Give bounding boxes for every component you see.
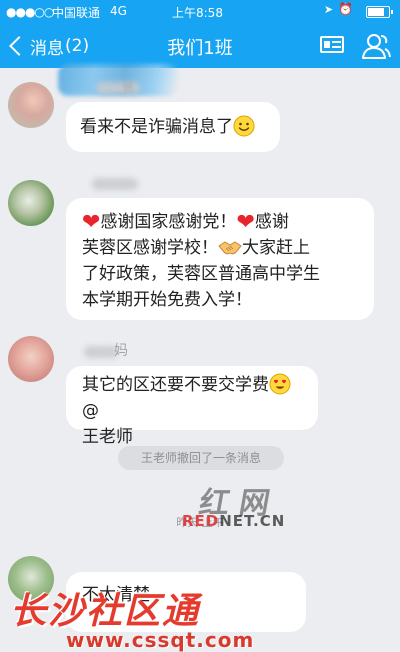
handshake-emoji-icon [218,241,242,255]
signal-strength-icon: ●●●○○ [6,5,54,19]
status-bar: ●●●○○ 中国联通 4G 上午8:58 ➤ ⏰ [0,0,400,24]
heart-eyes-emoji-icon [269,373,291,395]
battery-icon [366,6,393,18]
message-text: 芙蓉区感谢学校！ [82,238,218,258]
network-type: 4G [110,4,127,18]
mention-symbol: @ [82,401,99,421]
message-text: 大家赶上 [242,238,310,258]
avatar[interactable] [8,336,54,382]
smile-emoji-icon [233,115,255,137]
message-bubble[interactable]: 看来不是诈骗消息了 [66,102,280,152]
group-members-icon[interactable] [361,31,391,61]
message-bubble[interactable]: 其它的区还要不要交学费 @ 王老师 [66,366,318,447]
heart-emoji-icon: ❤ [236,210,255,235]
avatar[interactable] [8,82,54,128]
heart-emoji-icon: ❤ [82,210,101,235]
message-text: 其它的区还要不要交学费 [82,375,269,395]
location-icon: ➤ [324,3,334,16]
message-line: 本学期开始免费入学！ [82,290,252,310]
message-line: 了好政策，芙蓉区普通高中学生 [82,264,320,284]
carrier-name: 中国联通 [52,6,101,20]
watermark-url: REDNET.CN [182,512,286,530]
nav-bar: 消息 (2) 我们1班 [0,24,400,68]
message-line: 其它的区还要不要交学费 @ [82,372,306,424]
message-text: 感谢 [254,212,289,232]
watermark-logo: 长沙社区通 [10,591,201,632]
alarm-icon: ⏰ [338,2,353,16]
watermark-url: www.cssqt.com [66,628,255,652]
sender-name-partial: 妈 [114,343,128,359]
message-bubble[interactable]: ❤感谢国家感谢党！❤感谢 芙蓉区感谢学校！ 大家赶上 了好政策，芙蓉区普通高中学… [66,198,374,320]
message-line: ❤感谢国家感谢党！❤感谢 [82,209,362,235]
message-text: 看来不是诈骗消息了 [80,117,233,137]
status-time: 上午8:58 [172,6,223,20]
avatar[interactable] [8,180,54,226]
message-line: 芙蓉区感谢学校！ 大家赶上 [82,235,362,261]
sender-name-partial: 爸 [122,80,135,94]
recall-notice: 王老师撤回了一条消息 [118,446,284,470]
sender-name-blurred [92,178,138,190]
chat-area[interactable]: 爸 看来不是诈骗消息了 ❤感谢国家感谢党！❤感谢 芙蓉区感谢学校！ 大家赶上 了… [0,64,400,652]
sender-name-blurred [84,346,118,358]
group-profile-card-icon[interactable] [320,36,344,53]
message-text: 感谢国家感谢党！ [100,212,237,232]
